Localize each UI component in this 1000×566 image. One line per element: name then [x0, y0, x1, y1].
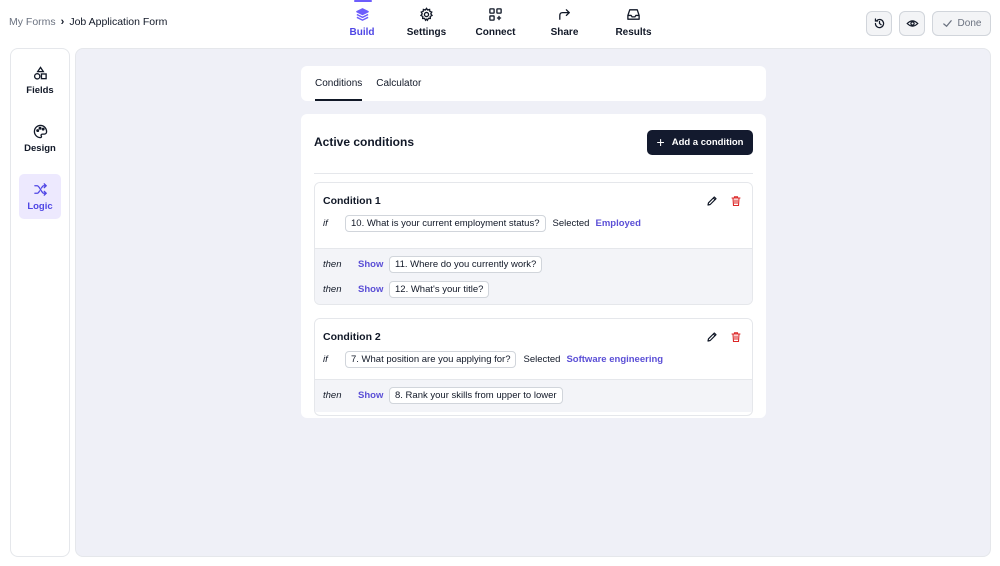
tab-conditions[interactable]: Conditions	[315, 66, 363, 101]
shapes-icon	[33, 65, 47, 80]
conditions-panel: Active conditions + Add a condition Cond…	[301, 114, 766, 418]
answer-value[interactable]: Software engineering	[566, 354, 663, 365]
if-keyword: if	[323, 353, 328, 365]
question-chip[interactable]: 10. What is your current employment stat…	[345, 214, 546, 232]
breadcrumb-separator: ›	[60, 16, 65, 28]
history-button[interactable]	[866, 11, 892, 36]
nav-connect-label: Connect	[475, 27, 516, 38]
done-button[interactable]: Done	[932, 11, 991, 36]
connect-icon	[489, 8, 502, 21]
action-show[interactable]: Show	[358, 284, 384, 295]
then-keyword: then	[323, 284, 342, 295]
nav-share[interactable]: Share	[530, 0, 599, 44]
share-arrow-icon	[559, 9, 570, 20]
nav-share-label: Share	[550, 27, 579, 38]
question-chip[interactable]: 7. What position are you applying for?	[345, 350, 517, 368]
history-icon	[874, 18, 884, 29]
trash-icon[interactable]	[730, 331, 742, 343]
sidebar: Fields Design Logic	[10, 48, 70, 557]
conditions-header: Active conditions + Add a condition	[314, 127, 753, 174]
condition-card: Condition 2 if 7. What position are you …	[314, 318, 753, 416]
nav-build[interactable]: Build	[332, 0, 392, 44]
then-keyword: then	[323, 259, 342, 270]
pencil-icon[interactable]	[706, 195, 718, 207]
done-label: Done	[957, 18, 982, 29]
nav-build-label: Build	[349, 27, 375, 38]
top-bar: My Forms › Job Application Form Build Se…	[0, 0, 1000, 48]
sidebar-item-label: Fields	[26, 84, 54, 96]
logic-tabs: Conditions Calculator	[301, 66, 766, 101]
layers-icon	[355, 8, 369, 21]
panel-title: Active conditions	[314, 135, 415, 149]
then-actions: then Show 8. Rank your skills from upper…	[315, 379, 752, 412]
nav-connect[interactable]: Connect	[461, 0, 530, 44]
then-row: then Show 11. Where do you currently wor…	[323, 255, 744, 274]
condition-card: Condition 1 if 10. What is your current …	[314, 182, 753, 305]
add-condition-button[interactable]: + Add a condition	[647, 129, 753, 155]
operator-label: Selected	[523, 353, 561, 365]
then-row: then Show 12. What's your title?	[323, 280, 744, 299]
check-icon	[942, 20, 952, 28]
add-condition-label: Add a condition	[671, 136, 744, 148]
nav-settings-label: Settings	[406, 27, 447, 38]
then-keyword: then	[323, 390, 342, 401]
main-nav: Build Settings Connect Share Results	[332, 0, 668, 48]
preview-button[interactable]	[899, 11, 925, 36]
shuffle-icon	[33, 182, 47, 196]
sidebar-item-design[interactable]: Design	[19, 116, 61, 161]
condition-name: Condition 2	[323, 331, 381, 343]
plus-icon: +	[656, 134, 665, 150]
operator-label: Selected	[552, 217, 590, 229]
then-row: then Show 8. Rank your skills from upper…	[323, 386, 744, 405]
if-keyword: if	[323, 217, 328, 229]
pencil-icon[interactable]	[706, 331, 718, 343]
breadcrumb-parent[interactable]: My Forms	[9, 16, 56, 28]
then-actions: then Show 11. Where do you currently wor…	[315, 248, 752, 304]
tab-calculator[interactable]: Calculator	[376, 66, 421, 101]
sidebar-item-label: Logic	[27, 200, 53, 212]
nav-settings[interactable]: Settings	[392, 0, 461, 44]
eye-icon	[905, 20, 919, 27]
condition-name: Condition 1	[323, 195, 381, 207]
target-chip[interactable]: 8. Rank your skills from upper to lower	[389, 387, 563, 404]
target-chip[interactable]: 12. What's your title?	[389, 281, 490, 298]
inbox-icon	[627, 9, 640, 20]
breadcrumb: My Forms › Job Application Form	[9, 16, 167, 28]
action-show[interactable]: Show	[358, 390, 384, 401]
trash-icon[interactable]	[730, 195, 742, 207]
palette-icon	[33, 124, 47, 138]
sidebar-item-label: Design	[24, 142, 56, 154]
gear-icon	[419, 7, 434, 22]
breadcrumb-current: Job Application Form	[69, 16, 168, 28]
sidebar-item-fields[interactable]: Fields	[19, 58, 61, 103]
action-show[interactable]: Show	[358, 259, 384, 270]
nav-results[interactable]: Results	[599, 0, 668, 44]
answer-value[interactable]: Employed	[595, 218, 640, 229]
top-actions: Done	[866, 11, 991, 36]
target-chip[interactable]: 11. Where do you currently work?	[389, 256, 543, 273]
nav-results-label: Results	[615, 27, 652, 38]
logic-canvas: Conditions Calculator Active conditions …	[75, 48, 991, 557]
sidebar-item-logic[interactable]: Logic	[19, 174, 61, 219]
